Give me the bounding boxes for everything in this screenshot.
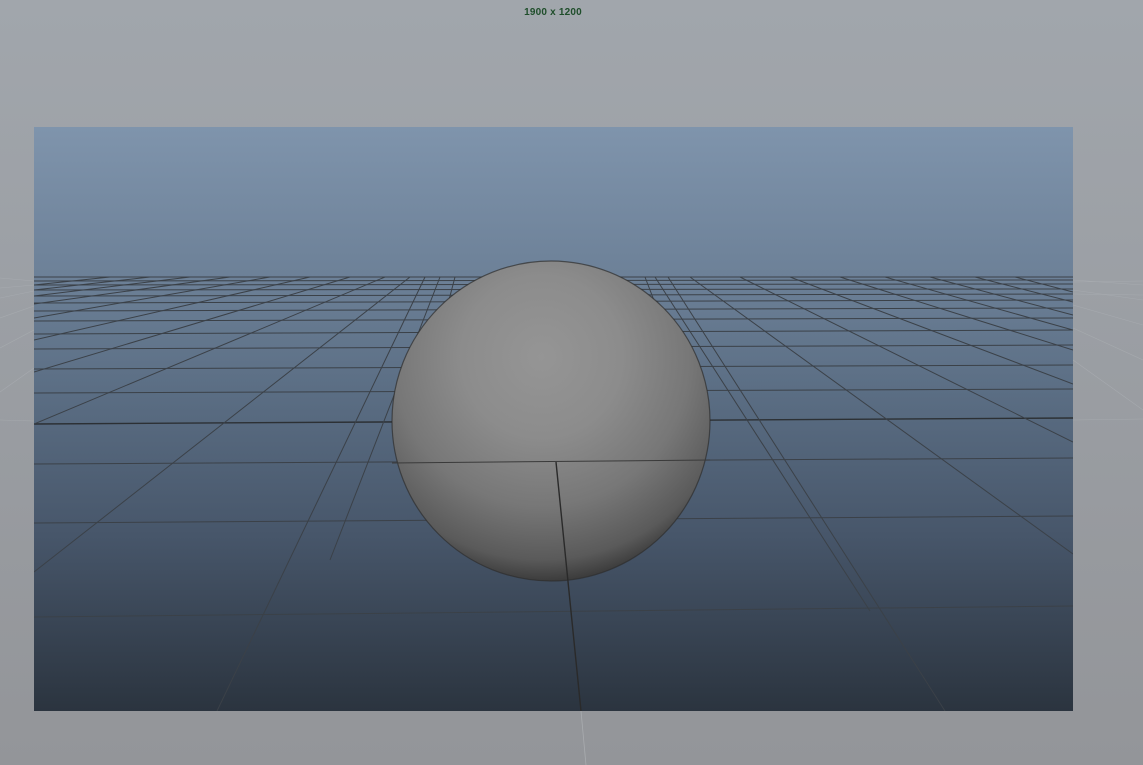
sphere[interactable] (392, 261, 710, 581)
resolution-gate-label: 1900 x 1200 (524, 7, 582, 18)
viewport-canvas[interactable] (0, 0, 1143, 765)
perspective-viewport[interactable]: 1900 x 1200 (0, 0, 1143, 765)
